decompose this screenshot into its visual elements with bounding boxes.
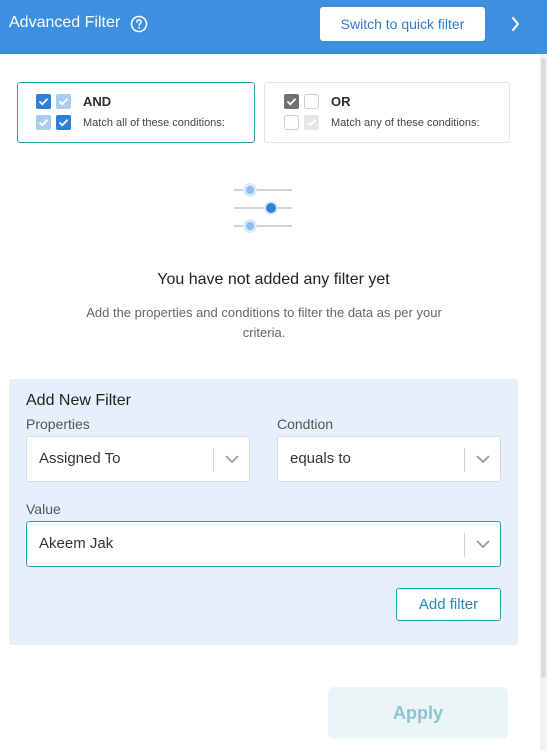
select-divider xyxy=(464,533,465,557)
panel-title: Advanced Filter xyxy=(9,14,121,31)
question-circle-icon[interactable] xyxy=(130,15,148,33)
condition-label: Condtion xyxy=(277,416,334,432)
value-value: Akeem Jak xyxy=(39,535,114,552)
or-option-card[interactable]: OR Match any of these conditions: xyxy=(264,82,510,143)
checkbox-checked-icon xyxy=(56,115,71,130)
properties-label: Properties xyxy=(26,416,90,432)
checkbox-light-icon xyxy=(56,94,71,109)
checkbox-checked-icon xyxy=(36,94,51,109)
value-select[interactable]: Akeem Jak xyxy=(26,521,501,567)
chevron-right-icon[interactable] xyxy=(507,15,523,33)
and-label: AND xyxy=(83,94,112,109)
or-description: Match any of these conditions: xyxy=(331,117,480,129)
switch-to-quick-filter-button[interactable]: Switch to quick filter xyxy=(320,7,485,41)
value-label: Value xyxy=(26,501,61,517)
and-option-card[interactable]: AND Match all of these conditions: xyxy=(17,82,255,143)
empty-state-description: Add the properties and conditions to fil… xyxy=(86,305,442,340)
chevron-down-icon[interactable] xyxy=(224,452,240,466)
empty-state-title: You have not added any filter yet xyxy=(157,271,390,288)
checkbox-disabled-icon xyxy=(304,115,319,130)
select-divider xyxy=(464,448,465,472)
checkbox-empty-icon xyxy=(304,94,319,109)
scrollbar-thumb[interactable] xyxy=(541,58,546,678)
or-label: OR xyxy=(331,94,351,109)
chevron-down-icon[interactable] xyxy=(475,452,491,466)
apply-button[interactable]: Apply xyxy=(328,687,508,739)
condition-value: equals to xyxy=(290,450,351,467)
and-description: Match all of these conditions: xyxy=(83,117,225,129)
checkbox-empty-icon xyxy=(284,115,299,130)
panel-header: Advanced Filter Switch to quick filter xyxy=(0,0,547,54)
properties-select[interactable]: Assigned To xyxy=(26,436,250,482)
sliders-icon xyxy=(234,183,292,233)
select-divider xyxy=(213,448,214,472)
add-filter-title: Add New Filter xyxy=(26,392,131,409)
checkbox-light-icon xyxy=(36,115,51,130)
checkbox-checked-gray-icon xyxy=(284,94,299,109)
condition-select[interactable]: equals to xyxy=(277,436,501,482)
add-filter-button[interactable]: Add filter xyxy=(396,588,501,621)
chevron-down-icon[interactable] xyxy=(475,537,491,551)
properties-value: Assigned To xyxy=(39,450,121,467)
